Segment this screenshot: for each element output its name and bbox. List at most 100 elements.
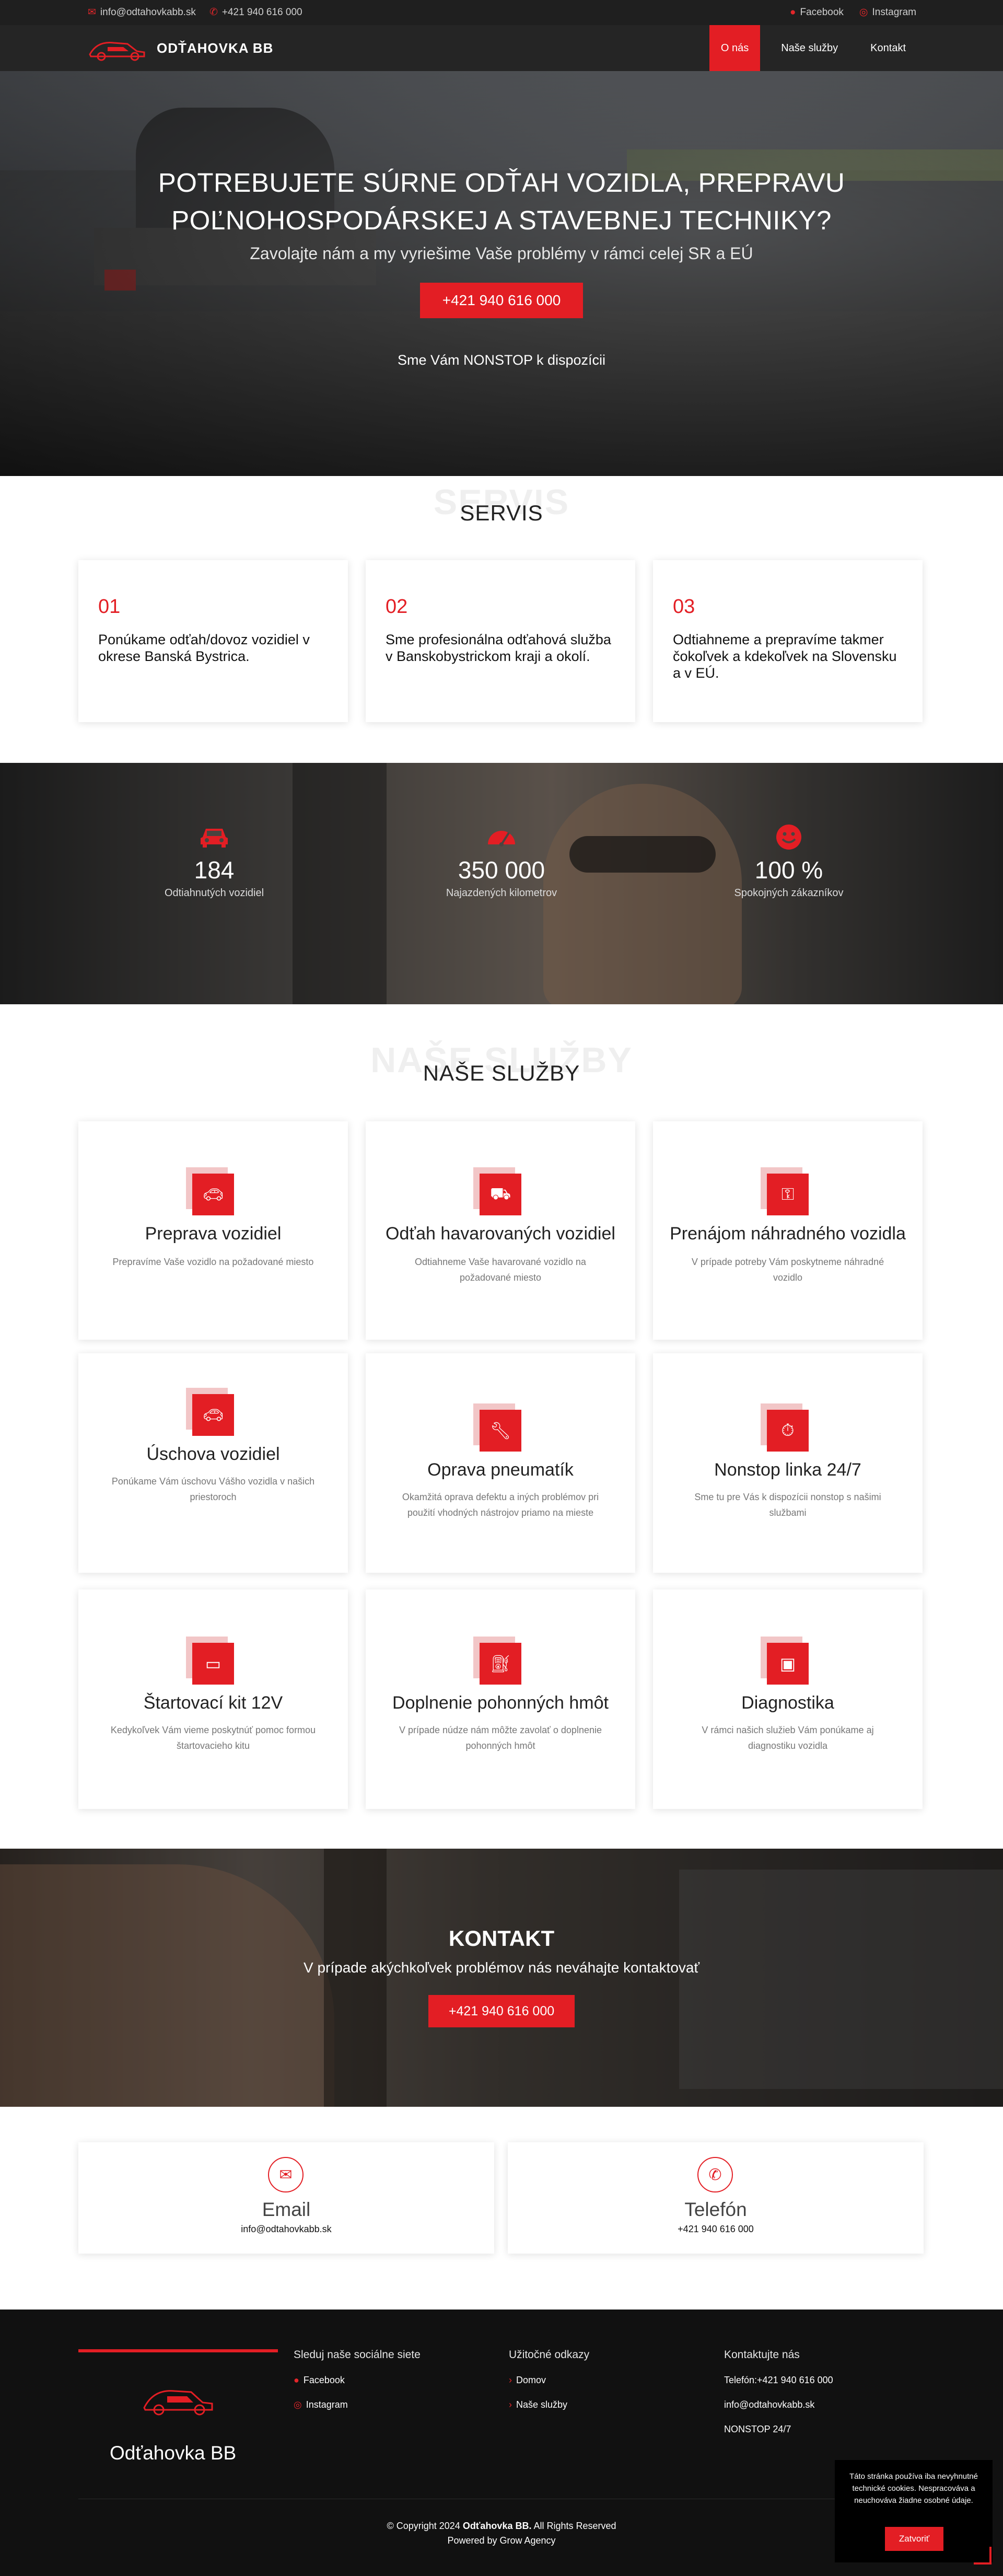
service-description: Sme tu pre Vás k dispozícii nonstop s na… xyxy=(694,1492,881,1518)
footer-contact-title: Kontaktujte nás xyxy=(724,2349,800,2361)
service-description: Odtiahneme Vaše havarované vozidlo na po… xyxy=(415,1257,586,1283)
facebook-icon: ● xyxy=(294,2375,299,2385)
service-card: ▭ Štartovací kit 12V Kedykoľvek Vám viem… xyxy=(78,1589,348,1809)
footer-facebook-link[interactable]: ● Facebook xyxy=(294,2375,421,2386)
service-description: Prepravíme Vaše vozidlo na požadované mi… xyxy=(112,1257,314,1267)
kontakt-section: KONTAKT V prípade akýchkoľvek problémov … xyxy=(0,1849,1003,2107)
nav-item-kontakt[interactable]: Kontakt xyxy=(859,25,917,71)
speedometer-icon xyxy=(397,823,606,852)
battery-icon: ▭ xyxy=(192,1643,234,1685)
servis-card: 02 Sme profesionálna odťahová služba v B… xyxy=(366,560,635,722)
service-title: Diagnostika xyxy=(741,1693,834,1713)
servis-card: 03 Odtiahneme a prepravíme takmer čokoľv… xyxy=(653,560,923,722)
service-card: 🚗︎ Preprava vozidiel Prepravíme Vaše voz… xyxy=(78,1121,348,1340)
service-card: ⏱︎ Nonstop linka 24/7 Sme tu pre Vás k d… xyxy=(653,1353,923,1573)
envelope-icon: ✉ xyxy=(88,7,96,18)
service-title: Doplnenie pohonných hmôt xyxy=(392,1693,609,1713)
contact-card-value[interactable]: info@odtahovkabb.sk xyxy=(78,2224,494,2235)
chevron-right-icon: › xyxy=(509,2375,512,2385)
site-logo[interactable]: ODŤAHOVKA BB xyxy=(87,33,273,63)
kontakt-call-button[interactable]: +421 940 616 000 xyxy=(428,1995,575,2027)
service-description: Kedykoľvek Vám vieme poskytnúť pomoc for… xyxy=(110,1725,316,1751)
stat-towed-vehicles: 184 Odtiahnutých vozidiel xyxy=(110,823,319,899)
service-card: ⛟ Odťah havarovaných vozidiel Odtiahneme… xyxy=(366,1121,635,1340)
service-card: 🔧︎ Oprava pneumatík Okamžitá oprava defe… xyxy=(366,1353,635,1573)
service-title: Prenájom náhradného vozidla xyxy=(670,1224,906,1244)
topbar-instagram-link[interactable]: ◎ Instagram xyxy=(859,6,916,18)
nav-item-nase-sluzby[interactable]: Naše služby xyxy=(769,25,849,71)
contact-card-value[interactable]: +421 940 616 000 xyxy=(508,2224,924,2235)
footer-brand-name: Odťahovka BB xyxy=(110,2442,237,2464)
servis-title: SERVIS xyxy=(460,501,543,525)
chevron-right-icon: › xyxy=(509,2399,512,2410)
footer-link-domov[interactable]: › Domov xyxy=(509,2375,589,2386)
service-title: Oprava pneumatík xyxy=(427,1460,574,1480)
servis-card: 01 Ponúkame odťah/dovoz vozidiel v okres… xyxy=(78,560,348,722)
service-card: ▣ Diagnostika V rámci našich služieb Vám… xyxy=(653,1589,923,1809)
service-description: Okamžitá oprava defektu a iných problémo… xyxy=(402,1492,599,1518)
servis-card-number: 02 xyxy=(386,596,408,618)
footer-powered-by[interactable]: Powered by Grow Agency xyxy=(447,2535,555,2546)
nav-item-o-nas[interactable]: O nás xyxy=(709,25,761,71)
stat-satisfied-customers: 100 % Spokojných zákazníkov xyxy=(684,823,893,899)
footer-social-title: Sleduj naše sociálne siete xyxy=(294,2349,421,2361)
footer-contact-phone[interactable]: Telefón:+421 940 616 000 xyxy=(724,2375,833,2386)
footer-contact-nonstop: NONSTOP 24/7 xyxy=(724,2424,791,2434)
brand-name: ODŤAHOVKA BB xyxy=(157,40,274,56)
stat-label: Odtiahnutých vozidiel xyxy=(164,887,264,899)
scroll-corner-icon[interactable] xyxy=(974,2547,992,2565)
envelope-icon: ✉ xyxy=(268,2157,304,2192)
car-icon: 🚗︎ xyxy=(192,1174,234,1215)
hero-section: POTREBUJETE SÚRNE ODŤAH VOZIDLA, PREPRAV… xyxy=(0,71,1003,476)
topbar-phone[interactable]: ✆ +421 940 616 000 xyxy=(209,6,302,18)
servis-card-text: Sme profesionálna odťahová služba v Bans… xyxy=(386,632,611,664)
kontakt-title: KONTAKT xyxy=(448,1926,555,1951)
service-title: Štartovací kit 12V xyxy=(143,1693,283,1713)
servis-card-text: Odtiahneme a prepravíme takmer čokoľvek … xyxy=(673,632,897,681)
servis-card-number: 01 xyxy=(98,596,121,618)
service-card: ⚿ Prenájom náhradného vozidla V prípade … xyxy=(653,1121,923,1340)
servis-card-text: Ponúkame odťah/dovoz vozidiel v okrese B… xyxy=(98,632,310,664)
phone-icon: ✆ xyxy=(209,7,218,18)
stat-value: 184 xyxy=(194,856,235,884)
service-title: Preprava vozidiel xyxy=(145,1224,282,1244)
tow-truck-logo-icon xyxy=(143,2390,213,2416)
service-description: Ponúkame Vám úschovu Vášho vozidla v naš… xyxy=(111,1476,315,1502)
service-card: ⛽︎ Doplnenie pohonných hmôt V prípade nú… xyxy=(366,1589,635,1809)
car-icon: 🚗︎ xyxy=(192,1394,234,1436)
footer-contact-email[interactable]: info@odtahovkabb.sk xyxy=(724,2399,833,2410)
stat-label: Spokojných zákazníkov xyxy=(734,887,844,899)
facebook-icon: ● xyxy=(789,6,796,18)
stats-section: 184 Odtiahnutých vozidiel 350 000 Najazd… xyxy=(0,763,1003,1004)
contact-card-title: Email xyxy=(262,2199,311,2220)
service-description: V rámci našich služieb Vám ponúkame aj d… xyxy=(702,1725,874,1751)
service-description: V prípade núdze nám môžte zavolať o dopl… xyxy=(399,1725,602,1751)
topbar-email[interactable]: ✉ info@odtahovkabb.sk xyxy=(88,6,196,18)
car-icon xyxy=(110,823,319,852)
footer-instagram-link[interactable]: ◎ Instagram xyxy=(294,2399,421,2410)
phone-card[interactable]: ✆ Telefón +421 940 616 000 xyxy=(508,2142,924,2254)
tow-truck-icon: ⛟ xyxy=(480,1174,521,1215)
wrench-icon: 🔧︎ xyxy=(480,1410,521,1452)
smile-icon xyxy=(684,823,893,852)
phone-icon: ✆ xyxy=(697,2157,733,2192)
footer-link-nase-sluzby[interactable]: › Naše služby xyxy=(509,2399,589,2410)
cookie-close-button[interactable]: Zatvoriť xyxy=(885,2527,943,2551)
instagram-icon: ◎ xyxy=(294,2399,302,2410)
topbar-facebook-link[interactable]: ● Facebook xyxy=(790,7,844,18)
contact-card-title: Telefón xyxy=(684,2199,747,2220)
service-title: Úschova vozidiel xyxy=(146,1444,280,1464)
service-card: 🚗︎ Úschova vozidiel Ponúkame Vám úschovu… xyxy=(78,1353,348,1573)
footer-social-column: Sleduj naše sociálne siete ● Facebook ◎ In… xyxy=(294,2349,421,2424)
stat-label: Najazdených kilometrov xyxy=(446,887,557,899)
kontakt-subtitle: V prípade akýchkoľvek problémov nás nevá… xyxy=(304,1959,699,1976)
footer-links-title: Užitočné odkazy xyxy=(509,2349,590,2361)
cookie-notice: Táto stránka používa iba nevyhnutné tech… xyxy=(835,2460,993,2562)
servis-card-number: 03 xyxy=(673,596,695,618)
service-title: Nonstop linka 24/7 xyxy=(714,1460,861,1480)
hero-call-button[interactable]: +421 940 616 000 xyxy=(420,283,583,318)
footer-logo xyxy=(140,2377,218,2422)
footer-accent-line xyxy=(78,2349,278,2352)
email-card[interactable]: ✉ Email info@odtahovkabb.sk xyxy=(78,2142,494,2254)
tow-truck-logo-icon xyxy=(89,41,145,61)
